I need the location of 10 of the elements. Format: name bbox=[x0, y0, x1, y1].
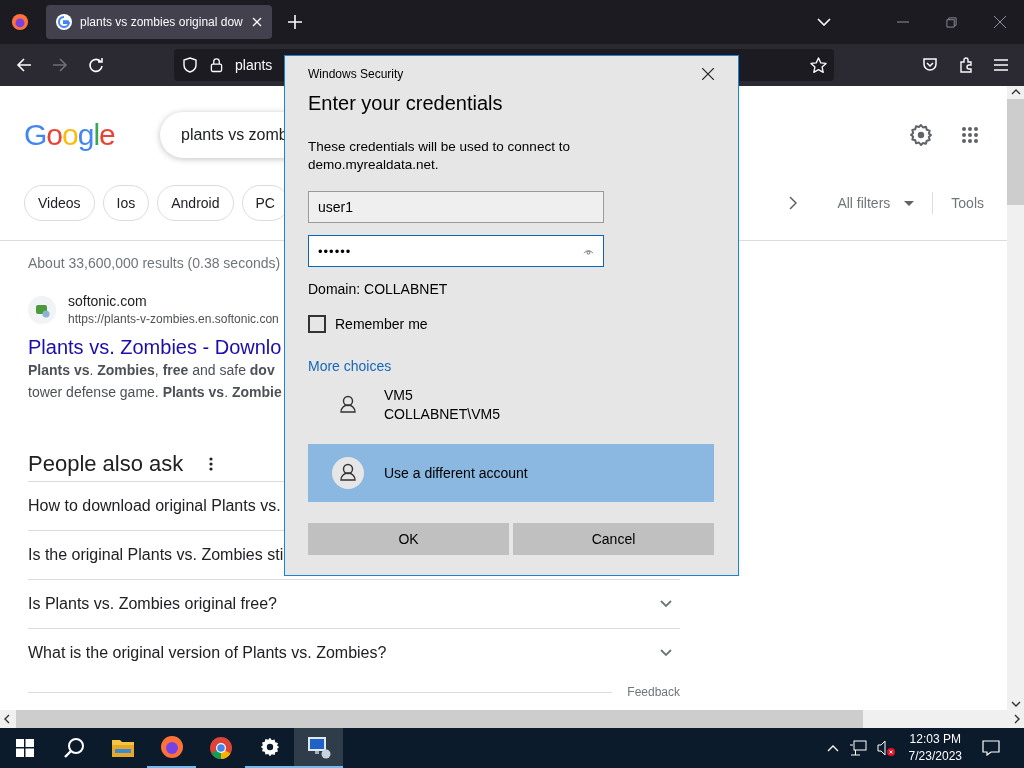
section-heading: People also ask bbox=[28, 451, 184, 477]
result-snippet: Plants vs. Zombies, free and safe dov bbox=[28, 361, 275, 380]
dialog-caption: Windows Security bbox=[308, 67, 404, 81]
results-count: About 33,600,000 results (0.38 seconds) bbox=[28, 255, 282, 271]
site-url: https://plants-v-zombies.en.softonic.con bbox=[68, 312, 279, 326]
site-name: softonic.com bbox=[68, 293, 148, 309]
dialog-message: These credentials will be used to connect to demo.myrealdata.net. bbox=[308, 138, 571, 174]
dialog-heading: Enter your credentials bbox=[308, 92, 504, 115]
result-snippet: tower defense game. Plants vs. Zombie bbox=[28, 383, 282, 402]
domain-label: Domain: COLLABNET bbox=[308, 281, 449, 297]
